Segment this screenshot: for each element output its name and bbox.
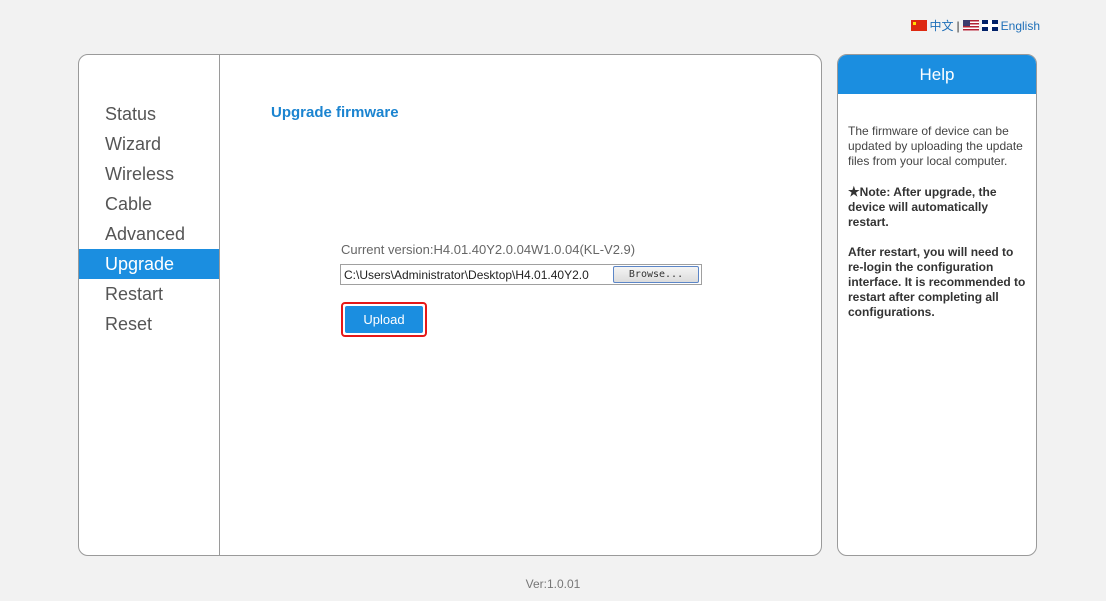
sidebar-nav: Status Wizard Wireless Cable Advanced Up… xyxy=(79,55,220,555)
file-path-value[interactable]: C:\Users\Administrator\Desktop\H4.01.40Y… xyxy=(341,268,613,282)
help-note-text: Note: After upgrade, the device will aut… xyxy=(848,185,997,229)
upgrade-content: Upgrade firmware Current version:H4.01.4… xyxy=(220,55,821,555)
upload-button[interactable]: Upload xyxy=(345,306,423,333)
sidebar-item-wizard[interactable]: Wizard xyxy=(79,129,219,159)
upload-highlight-box: Upload xyxy=(341,302,427,337)
sidebar-item-wireless[interactable]: Wireless xyxy=(79,159,219,189)
sidebar-item-restart[interactable]: Restart xyxy=(79,279,219,309)
page-title: Upgrade firmware xyxy=(271,104,399,121)
sidebar-item-status[interactable]: Status xyxy=(79,99,219,129)
language-separator: | xyxy=(956,18,960,33)
main-panel: Status Wizard Wireless Cable Advanced Up… xyxy=(78,54,822,556)
help-paragraph-intro: The firmware of device can be updated by… xyxy=(848,124,1023,168)
footer-version: Ver:1.0.01 xyxy=(525,577,581,591)
help-paragraph-restart: After restart, you will need to re-login… xyxy=(848,245,1026,319)
help-note: ★Note: After upgrade, the device will au… xyxy=(848,184,1026,230)
sidebar-item-upgrade[interactable]: Upgrade xyxy=(79,249,219,279)
firmware-file-input[interactable]: C:\Users\Administrator\Desktop\H4.01.40Y… xyxy=(340,264,702,285)
chinese-language-link[interactable]: 中文 xyxy=(930,17,954,34)
star-icon: ★ xyxy=(848,184,860,199)
help-panel: Help The firmware of device can be updat… xyxy=(837,54,1037,556)
us-flag-icon[interactable] xyxy=(962,20,979,31)
sidebar-item-advanced[interactable]: Advanced xyxy=(79,219,219,249)
language-switcher: 中文 | English xyxy=(910,17,1040,34)
help-title: Help xyxy=(838,55,1036,94)
english-language-link[interactable]: English xyxy=(1001,19,1040,33)
help-body: The firmware of device can be updated by… xyxy=(838,94,1036,320)
current-version-text: Current version:H4.01.40Y2.0.04W1.0.04(K… xyxy=(341,242,636,257)
uk-flag-icon[interactable] xyxy=(981,20,998,31)
sidebar-item-reset[interactable]: Reset xyxy=(79,309,219,339)
china-flag-icon[interactable] xyxy=(910,20,927,31)
browse-button[interactable]: Browse... xyxy=(613,266,699,283)
sidebar-item-cable[interactable]: Cable xyxy=(79,189,219,219)
